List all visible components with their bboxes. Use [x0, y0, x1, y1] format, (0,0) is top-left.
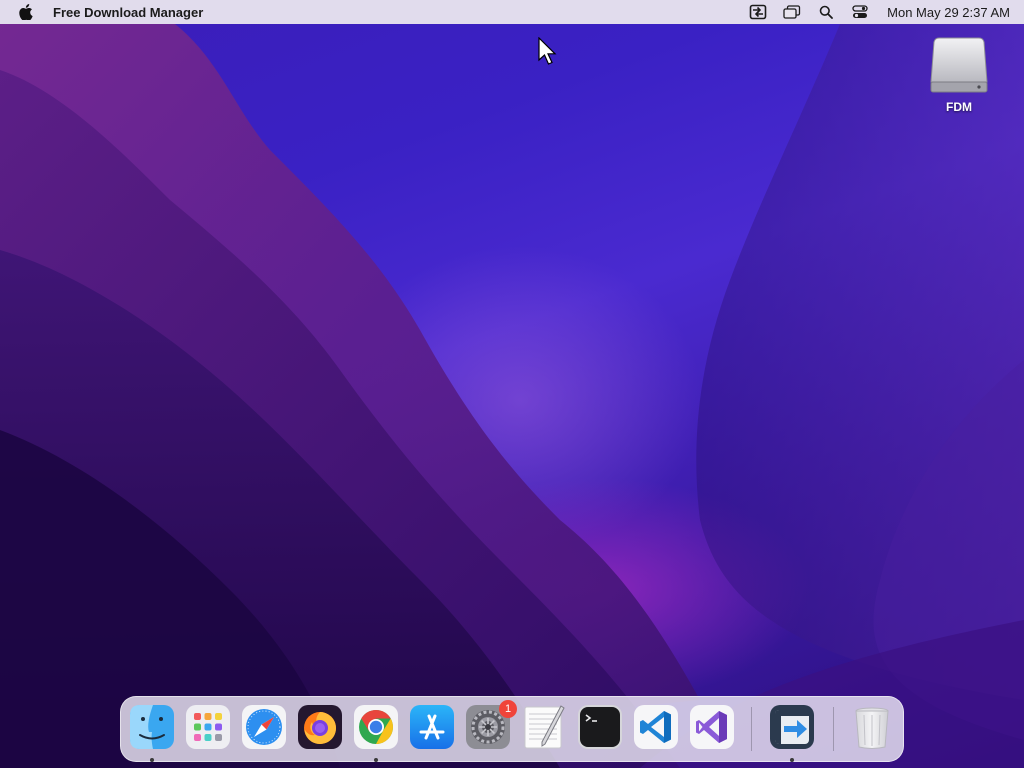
fdm-menubar-icon[interactable] — [747, 3, 769, 21]
finder-icon — [130, 705, 174, 749]
dock-item-firefox[interactable] — [297, 704, 343, 750]
drive-label: FDM — [946, 100, 972, 114]
dock-item-free-download-manager[interactable] — [769, 704, 815, 762]
wallpaper — [0, 24, 1024, 768]
dock-item-terminal[interactable] — [577, 704, 623, 750]
dock-item-safari[interactable] — [241, 704, 287, 750]
running-indicator — [790, 758, 794, 762]
launchpad-icon — [186, 705, 230, 749]
dock-separator — [833, 707, 834, 751]
menu-bar-clock[interactable]: Mon May 29 2:37 AM — [887, 5, 1010, 20]
desktop-drive-fdm[interactable]: FDM — [924, 34, 994, 114]
dock-item-app-store[interactable] — [409, 704, 455, 750]
desktop[interactable]: Free Download Manager Mon May 29 2:37 AM… — [0, 0, 1024, 768]
search-icon[interactable] — [815, 3, 837, 21]
dock: 1 — [120, 696, 904, 762]
chrome-icon — [354, 705, 398, 749]
textedit-icon — [524, 705, 565, 749]
dock-item-textedit[interactable] — [521, 704, 567, 750]
menu-bar-extras: Mon May 29 2:37 AM — [735, 3, 1010, 21]
control-center-icon[interactable] — [849, 3, 871, 21]
trash-icon — [855, 707, 889, 749]
disk-drive-icon — [930, 37, 988, 93]
apple-logo-icon[interactable] — [18, 4, 34, 20]
running-indicator — [374, 758, 378, 762]
dock-item-launchpad[interactable] — [185, 704, 231, 750]
vscode-icon — [634, 705, 678, 749]
terminal-icon — [578, 705, 622, 749]
menu-bar: Free Download Manager Mon May 29 2:37 AM — [0, 0, 1024, 24]
visual-studio-icon — [690, 705, 734, 749]
running-indicator — [150, 758, 154, 762]
mouse-cursor-icon — [538, 37, 557, 65]
safari-icon — [242, 705, 286, 749]
dock-item-vscode[interactable] — [633, 704, 679, 750]
window-switcher-icon[interactable] — [781, 3, 803, 21]
dock-item-finder[interactable] — [129, 704, 175, 762]
dock-item-visual-studio[interactable] — [689, 704, 735, 750]
firefox-icon — [298, 705, 342, 749]
dock-separator — [751, 707, 752, 751]
notification-badge: 1 — [499, 700, 517, 718]
fdm-icon — [770, 705, 814, 749]
dock-item-chrome[interactable] — [353, 704, 399, 762]
dock-item-system-preferences[interactable]: 1 — [465, 700, 517, 750]
dock-item-trash[interactable] — [849, 704, 895, 750]
active-app-name[interactable]: Free Download Manager — [53, 5, 203, 20]
app-store-icon — [410, 705, 454, 749]
